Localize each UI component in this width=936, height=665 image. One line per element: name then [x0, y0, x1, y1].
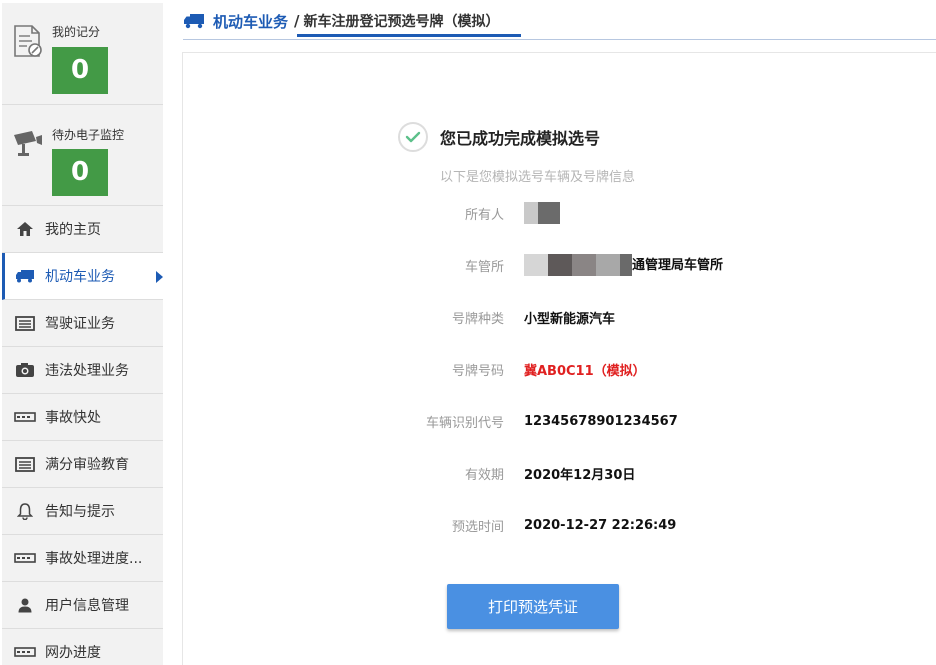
- field-select-time: 预选时间 2020-12-27 22:26:49: [400, 513, 900, 537]
- breadcrumb-separator: /: [294, 12, 300, 30]
- field-label: 预选时间: [451, 519, 504, 535]
- office-value-text: 通管理局车管所: [632, 257, 724, 273]
- field-label: 车管所: [464, 259, 504, 275]
- plate-number-value: 冀AB0C11（模拟）: [524, 363, 646, 379]
- monitor-label: 待办电子监控: [52, 128, 125, 142]
- sidebar-item-label: 网办进度: [45, 645, 101, 661]
- valid-until-value: 2020年12月30日: [524, 467, 636, 483]
- vin-value: 12345678901234567: [524, 413, 678, 429]
- field-label: 号牌号码: [451, 363, 504, 379]
- page-header: 机动车业务 / 新车注册登记预选号牌（模拟）: [183, 0, 936, 40]
- car-accident-icon: [14, 408, 36, 426]
- owner-value-redacted: [524, 202, 560, 224]
- sidebar-item-accident-quick[interactable]: 事故快处: [2, 394, 163, 441]
- home-icon: [14, 220, 36, 238]
- field-office: 车管所 通管理局车管所: [400, 253, 900, 277]
- sidebar-item-online-progress[interactable]: 网办进度: [2, 629, 163, 665]
- field-plate-type: 号牌种类 小型新能源汽车: [400, 305, 900, 329]
- score-label: 我的记分: [52, 25, 101, 39]
- office-value: 通管理局车管所: [524, 254, 723, 277]
- field-plate-number: 号牌号码 冀AB0C11（模拟）: [400, 357, 900, 381]
- camera-icon: [14, 361, 36, 379]
- sidebar-item-label: 我的主页: [45, 222, 101, 238]
- sidebar-item-user-info[interactable]: 用户信息管理: [2, 582, 163, 629]
- surveillance-camera-icon: [14, 131, 42, 156]
- success-title: 您已成功完成模拟选号: [440, 129, 601, 148]
- sidebar-item-label: 违法处理业务: [45, 363, 129, 379]
- sidebar-item-license[interactable]: 驾驶证业务: [2, 300, 163, 347]
- user-icon: [14, 596, 36, 614]
- print-voucher-button[interactable]: 打印预选凭证: [447, 584, 619, 629]
- success-subtitle: 以下是您模拟选号车辆及号牌信息: [440, 170, 636, 185]
- select-time-value: 2020-12-27 22:26:49: [524, 517, 677, 533]
- breadcrumb-current-page: 新车注册登记预选号牌（模拟）: [303, 14, 500, 30]
- monitor-value[interactable]: 0: [52, 149, 108, 196]
- field-owner: 所有人: [400, 201, 900, 225]
- truck-icon: [14, 267, 36, 285]
- sidebar-item-label: 满分审验教育: [45, 457, 129, 473]
- sidebar-item-label: 事故快处: [45, 410, 101, 426]
- sidebar: 我的记分 0 待办电子监控 0 我的主页 机动车业务 驾驶证业务 违法处理业务 …: [2, 3, 163, 665]
- sidebar-item-label: 告知与提示: [45, 504, 115, 520]
- chevron-right-icon: [156, 271, 163, 283]
- score-value[interactable]: 0: [52, 47, 108, 94]
- sidebar-item-label: 用户信息管理: [45, 598, 129, 614]
- document-edit-icon: [14, 25, 42, 57]
- truck-icon: [184, 14, 204, 29]
- sidebar-item-label: 驾驶证业务: [45, 316, 115, 332]
- car-accident-icon: [14, 549, 36, 567]
- breadcrumb-active-underline: [297, 34, 521, 37]
- sidebar-item-notice[interactable]: 告知与提示: [2, 488, 163, 535]
- success-message: 您已成功完成模拟选号: [398, 122, 600, 152]
- sidebar-item-education[interactable]: 满分审验教育: [2, 441, 163, 488]
- field-label: 车辆识别代号: [425, 415, 504, 431]
- breadcrumb-section-link[interactable]: 机动车业务: [213, 11, 288, 32]
- breadcrumb: 机动车业务 / 新车注册登记预选号牌（模拟）: [183, 10, 500, 32]
- card-icon: [14, 314, 36, 332]
- car-accident-icon: [14, 643, 36, 661]
- bell-icon: [14, 502, 36, 520]
- sidebar-item-accident-progress[interactable]: 事故处理进度...: [2, 535, 163, 582]
- sidebar-item-label: 机动车业务: [45, 269, 115, 285]
- check-circle-icon: [398, 122, 428, 152]
- sidebar-item-violation[interactable]: 违法处理业务: [2, 347, 163, 394]
- field-valid-until: 有效期 2020年12月30日: [400, 461, 900, 485]
- field-label: 号牌种类: [451, 311, 504, 327]
- score-panel: 我的记分 0: [2, 3, 163, 105]
- monitor-panel: 待办电子监控 0: [2, 105, 163, 206]
- field-label: 所有人: [464, 207, 504, 223]
- sidebar-item-home[interactable]: 我的主页: [2, 206, 163, 253]
- field-vin: 车辆识别代号 12345678901234567: [400, 409, 900, 433]
- sidebar-item-label: 事故处理进度...: [45, 551, 143, 567]
- list-icon: [14, 455, 36, 473]
- field-label: 有效期: [464, 467, 504, 483]
- sidebar-item-vehicle[interactable]: 机动车业务: [2, 253, 163, 300]
- plate-type-value: 小型新能源汽车: [524, 311, 616, 327]
